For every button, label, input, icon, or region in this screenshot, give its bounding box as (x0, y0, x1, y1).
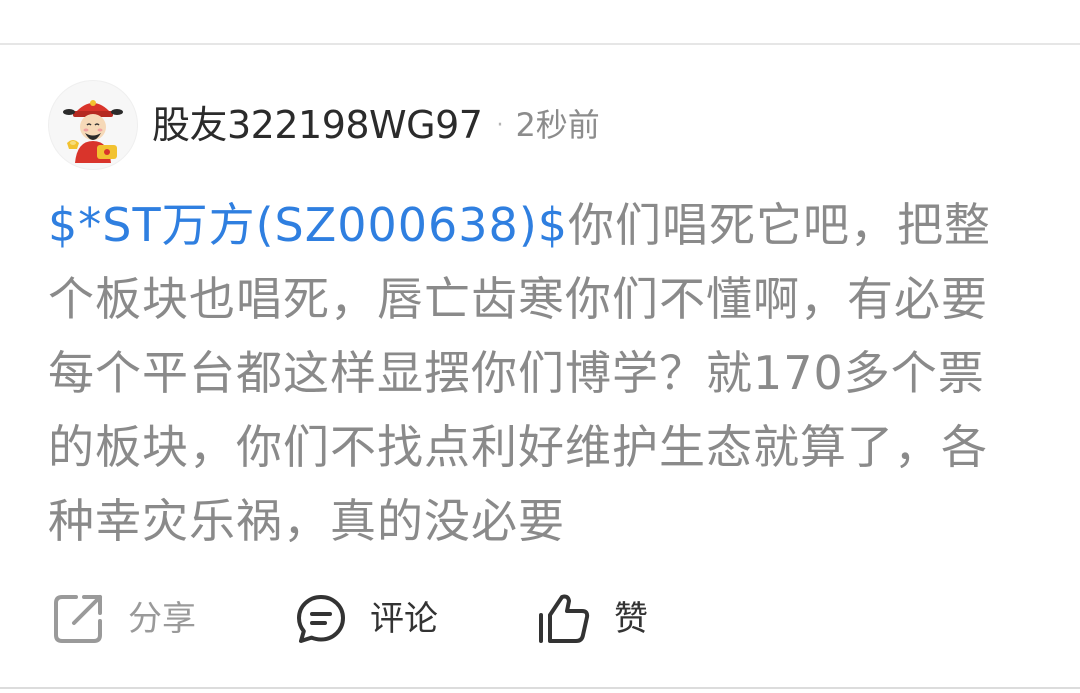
bottom-divider (0, 687, 1080, 689)
like-button[interactable]: 赞 (536, 591, 648, 647)
share-icon (54, 595, 102, 643)
post-card: 股友322198WG97 · 2秒前 $*ST万方(SZ000638)$你们唱死… (0, 0, 1080, 693)
thumbs-up-icon (539, 594, 590, 643)
post-time: 2秒前 (515, 106, 600, 144)
comment-button[interactable]: 评论 (294, 592, 438, 646)
comment-label: 评论 (370, 599, 438, 639)
action-bar: 分享 评论 赞 (50, 590, 648, 648)
separator-dot: · (496, 112, 504, 138)
post-content: $*ST万方(SZ000638)$你们唱死它吧，把整个板块也唱死，唇亡齿寒你们不… (48, 188, 1028, 558)
author-name[interactable]: 股友322198WG97 (152, 106, 483, 144)
share-label: 分享 (128, 599, 196, 639)
post-header: 股友322198WG97 · 2秒前 (48, 80, 600, 170)
stock-tag-link[interactable]: $*ST万方(SZ000638)$ (48, 198, 568, 252)
comment-icon (297, 595, 345, 643)
caishen-avatar-icon (63, 100, 123, 163)
top-divider (0, 43, 1080, 45)
like-label: 赞 (614, 599, 648, 639)
share-button[interactable]: 分享 (50, 591, 196, 647)
avatar[interactable] (48, 80, 138, 170)
